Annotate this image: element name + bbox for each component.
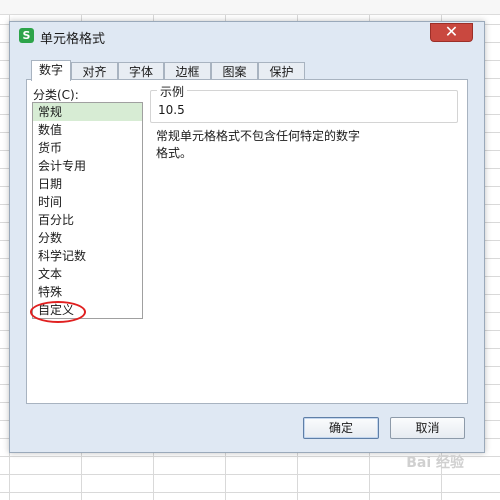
dialog-titlebar: S 单元格格式 ✕ — [10, 22, 484, 50]
spreadsheet-toolbar-band — [0, 0, 500, 15]
category-item-special[interactable]: 特殊 — [33, 283, 142, 301]
category-item-text[interactable]: 文本 — [33, 265, 142, 283]
dialog-title: 单元格格式 — [40, 32, 106, 47]
number-tab-panel: 分类(C): 常规 数值 货币 会计专用 日期 时间 百分比 分数 科学记数 文… — [26, 79, 468, 404]
sample-value: 10.5 — [158, 103, 185, 117]
category-item-time[interactable]: 时间 — [33, 193, 142, 211]
tab-number[interactable]: 数字 — [31, 60, 71, 81]
category-item-date[interactable]: 日期 — [33, 175, 142, 193]
category-item-currency[interactable]: 货币 — [33, 139, 142, 157]
tab-border[interactable]: 边框 — [164, 62, 211, 80]
category-item-accounting[interactable]: 会计专用 — [33, 157, 142, 175]
sample-legend: 示例 — [157, 83, 188, 100]
format-description-line: 格式。 — [156, 146, 193, 160]
tab-alignment[interactable]: 对齐 — [71, 62, 118, 80]
category-item-percentage[interactable]: 百分比 — [33, 211, 142, 229]
category-item-number[interactable]: 数值 — [33, 121, 142, 139]
close-icon: ✕ — [444, 22, 459, 41]
format-cells-dialog: S 单元格格式 ✕ 数字 对齐 字体 边框 图案 保护 分类(C): 常规 数值… — [9, 21, 485, 453]
format-description-line: 常规单元格格式不包含任何特定的数字 — [156, 129, 361, 143]
category-label: 分类(C): — [33, 88, 79, 102]
tab-protection[interactable]: 保护 — [258, 62, 305, 80]
ok-button[interactable]: 确定 — [303, 417, 379, 439]
wps-spreadsheet-icon: S — [19, 28, 34, 43]
close-button[interactable]: ✕ — [430, 23, 473, 42]
tab-font[interactable]: 字体 — [118, 62, 164, 80]
category-item-fraction[interactable]: 分数 — [33, 229, 142, 247]
category-list[interactable]: 常规 数值 货币 会计专用 日期 时间 百分比 分数 科学记数 文本 特殊 自定… — [32, 102, 143, 319]
red-highlight-ellipse — [30, 301, 86, 323]
tab-pattern[interactable]: 图案 — [211, 62, 258, 80]
sample-group: 示例 10.5 — [150, 83, 458, 123]
category-item-general[interactable]: 常规 — [33, 103, 142, 121]
category-item-scientific[interactable]: 科学记数 — [33, 247, 142, 265]
format-description: 常规单元格格式不包含任何特定的数字 格式。 — [156, 128, 416, 162]
watermark: Bai 经验 — [406, 455, 464, 471]
cancel-button[interactable]: 取消 — [390, 417, 465, 439]
